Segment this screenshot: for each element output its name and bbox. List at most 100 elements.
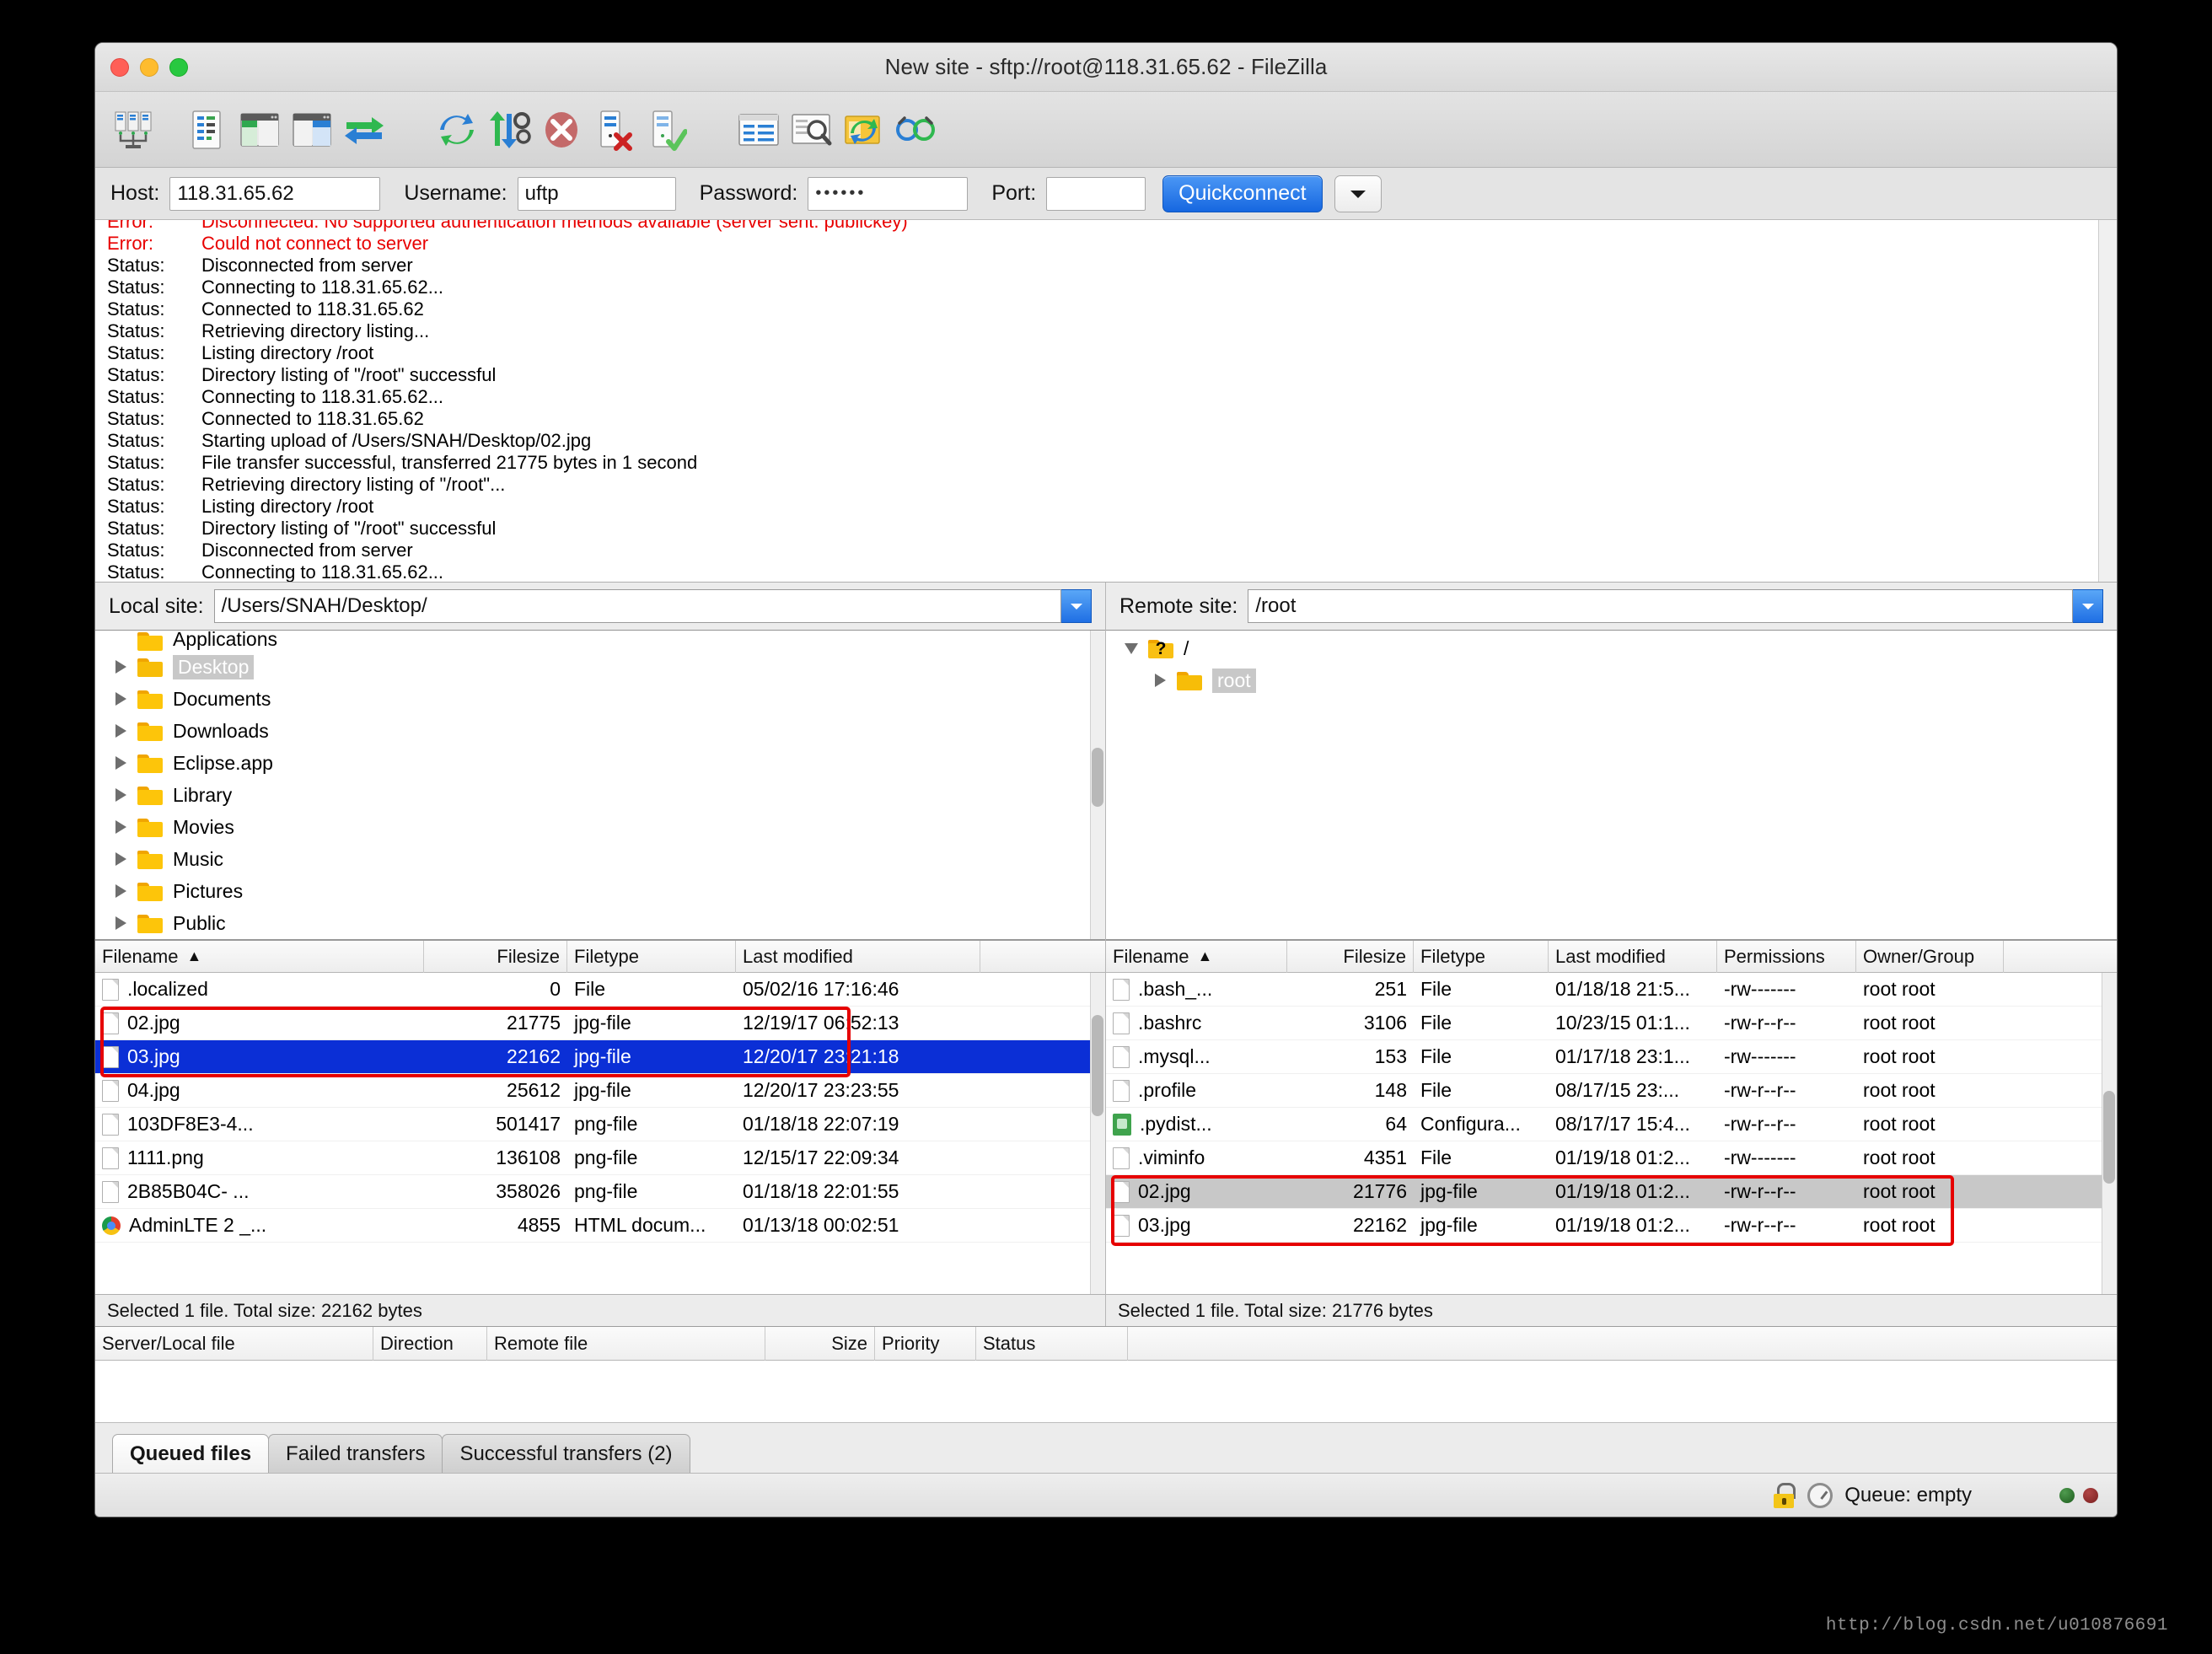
- local-tree-item[interactable]: Music: [95, 843, 1105, 875]
- log-message: Retrieving directory listing...: [201, 320, 430, 341]
- window-title: New site - sftp://root@118.31.65.62 - Fi…: [884, 54, 1328, 79]
- table-row[interactable]: 02.jpg 21775 jpg-file 12/19/17 06:52:13: [95, 1007, 1105, 1040]
- log-level: Status:: [107, 518, 165, 539]
- refresh-icon[interactable]: [431, 104, 483, 156]
- chevron-right-icon[interactable]: [109, 747, 132, 779]
- chevron-right-icon[interactable]: [109, 651, 132, 683]
- table-row[interactable]: .mysql... 153 File 01/17/18 23:1... -rw-----…: [1106, 1040, 2117, 1074]
- chevron-right-icon[interactable]: [109, 843, 132, 875]
- local-path-input[interactable]: /Users/SNAH/Desktop/: [213, 589, 1061, 623]
- chevron-down-icon[interactable]: [1119, 632, 1143, 664]
- process-queue-icon[interactable]: [483, 104, 535, 156]
- disconnect-icon[interactable]: [588, 104, 640, 156]
- username-input[interactable]: uftp: [517, 176, 676, 211]
- speed-gauge-icon[interactable]: [1807, 1482, 1833, 1508]
- local-tree-item[interactable]: Downloads: [95, 715, 1105, 747]
- local-file-scrollbar[interactable]: [1090, 973, 1105, 1294]
- host-input[interactable]: 118.31.65.62: [169, 176, 381, 211]
- remote-file-scrollbar[interactable]: [2102, 973, 2117, 1294]
- table-row[interactable]: 2B85B04C- ... 358026 png-file 01/18/18 22:0…: [95, 1175, 1105, 1209]
- chevron-right-icon[interactable]: [1148, 664, 1172, 696]
- search-icon[interactable]: [785, 104, 837, 156]
- site-manager-icon[interactable]: [107, 104, 159, 156]
- local-tree-item[interactable]: Movies: [95, 811, 1105, 843]
- table-row[interactable]: 103DF8E3-4... 501417 png-file 01/18/18 22:0…: [95, 1108, 1105, 1141]
- queue-body[interactable]: [95, 1361, 2117, 1422]
- quickconnect-button[interactable]: Quickconnect: [1162, 175, 1323, 212]
- table-row[interactable]: 03.jpg 22162 jpg-file 12/20/17 23:21:18: [95, 1040, 1105, 1074]
- local-file-scroll-thumb[interactable]: [1092, 1015, 1103, 1116]
- remote-directory-tree[interactable]: ? / root: [1106, 630, 2117, 940]
- chevron-right-icon[interactable]: [109, 715, 132, 747]
- table-row[interactable]: 1111.png 136108 png-file 12/15/17 22:09:34: [95, 1141, 1105, 1175]
- remote-tree-item[interactable]: root: [1106, 664, 2117, 696]
- filter-icon[interactable]: [733, 104, 785, 156]
- local-tree-scrollbar[interactable]: [1090, 631, 1105, 939]
- local-file-list[interactable]: Filename ▲ Filesize Filetype Last modifi…: [95, 940, 1105, 1294]
- close-button[interactable]: [110, 57, 129, 77]
- tab-successful-transfers[interactable]: Successful transfers (2): [442, 1434, 690, 1473]
- chevron-right-icon[interactable]: [109, 811, 132, 843]
- remote-path-dropdown-icon[interactable]: [2073, 589, 2103, 623]
- local-tree-item[interactable]: Public: [95, 907, 1105, 939]
- local-tree-item[interactable]: Applications: [95, 631, 1105, 651]
- tab-failed-transfers[interactable]: Failed transfers: [268, 1434, 443, 1473]
- table-row[interactable]: 03.jpg 22162 jpg-file 01/19/18 01:2... -rw-r…: [1106, 1209, 2117, 1243]
- chevron-down-icon[interactable]: [1334, 175, 1382, 212]
- local-tree-item[interactable]: Library: [95, 779, 1105, 811]
- reconnect-icon[interactable]: [640, 104, 692, 156]
- table-row[interactable]: .profile 148 File 08/17/15 23:... -rw-r--r--…: [1106, 1074, 2117, 1108]
- cell-lastmodified: 12/19/17 06:52:13: [743, 1012, 899, 1034]
- table-row[interactable]: .bash_... 251 File 01/18/18 21:5... -rw-----…: [1106, 973, 2117, 1007]
- table-row[interactable]: 02.jpg 21776 jpg-file 01/19/18 01:2... -rw-r…: [1106, 1175, 2117, 1209]
- chevron-right-icon[interactable]: [109, 907, 132, 939]
- local-tree-item[interactable]: Eclipse.app: [95, 747, 1105, 779]
- remote-file-list[interactable]: Filename ▲ Filesize Filetype Last modifi…: [1106, 940, 2117, 1294]
- filename-text: 03.jpg: [127, 1045, 180, 1067]
- table-row[interactable]: AdminLTE 2 _... 4855 HTML docum... 01/13/18…: [95, 1209, 1105, 1243]
- sync-browse-icon[interactable]: [889, 104, 942, 156]
- local-tree-item-label: Desktop: [173, 654, 255, 679]
- table-row[interactable]: 04.jpg 25612 jpg-file 12/20/17 23:23:55: [95, 1074, 1105, 1108]
- activity-leds: [2059, 1487, 2098, 1503]
- port-input[interactable]: [1046, 176, 1146, 211]
- local-tree-item[interactable]: Documents: [95, 683, 1105, 715]
- cell-filesize: 21775: [507, 1012, 561, 1034]
- cell-filename: .pydist...: [1106, 1108, 1287, 1141]
- maximize-button[interactable]: [169, 57, 188, 77]
- local-directory-tree[interactable]: Applications Desktop Documents Downloads Ecl…: [95, 630, 1105, 940]
- table-row[interactable]: .bashrc 3106 File 10/23/15 01:1... -rw-r--r-…: [1106, 1007, 2117, 1040]
- table-row[interactable]: .pydist... 64 Configura... 08/17/17 15:4...…: [1106, 1108, 2117, 1141]
- local-tree-item[interactable]: Pictures: [95, 875, 1105, 907]
- cell-filename: .bashrc: [1106, 1007, 1287, 1040]
- cell-filetype: jpg-file: [574, 1079, 631, 1101]
- remote-path-input[interactable]: /root: [1248, 589, 2073, 623]
- toggle-remote-tree-icon[interactable]: [286, 104, 338, 156]
- toggle-local-tree-icon[interactable]: [234, 104, 286, 156]
- toggle-transfer-queue-icon[interactable]: [338, 104, 390, 156]
- chevron-right-icon[interactable]: [109, 875, 132, 907]
- local-tree-item[interactable]: Desktop: [95, 651, 1105, 683]
- local-tree-scroll-thumb[interactable]: [1092, 748, 1103, 808]
- log-scrollbar[interactable]: [2098, 220, 2117, 582]
- table-row[interactable]: .localized 0 File 05/02/16 17:16:46: [95, 973, 1105, 1007]
- compare-icon[interactable]: [837, 104, 889, 156]
- tab-queued-files[interactable]: Queued files: [112, 1434, 270, 1473]
- cancel-icon[interactable]: [535, 104, 588, 156]
- file-icon: [102, 1045, 119, 1068]
- toggle-message-log-icon[interactable]: [181, 104, 234, 156]
- chevron-right-icon[interactable]: [109, 631, 132, 651]
- minimize-button[interactable]: [140, 57, 158, 77]
- folder-icon: [137, 849, 163, 869]
- local-path-dropdown-icon[interactable]: [1061, 589, 1092, 623]
- filename-text: 103DF8E3-4...: [127, 1113, 254, 1135]
- table-row[interactable]: .viminfo 4351 File 01/19/18 01:2... -rw-----…: [1106, 1141, 2117, 1175]
- log-line: Error: Could not connect to server: [95, 233, 2117, 255]
- remote-file-scroll-thumb[interactable]: [2103, 1091, 2115, 1184]
- remote-tree-item[interactable]: ? /: [1106, 632, 2117, 664]
- password-input[interactable]: ••••••: [808, 176, 969, 211]
- cell-lastmodified: 01/18/18 22:07:19: [743, 1113, 899, 1135]
- chevron-right-icon[interactable]: [109, 779, 132, 811]
- chevron-right-icon[interactable]: [109, 683, 132, 715]
- message-log[interactable]: Error: Disconnected: No supported authent…: [95, 220, 2117, 583]
